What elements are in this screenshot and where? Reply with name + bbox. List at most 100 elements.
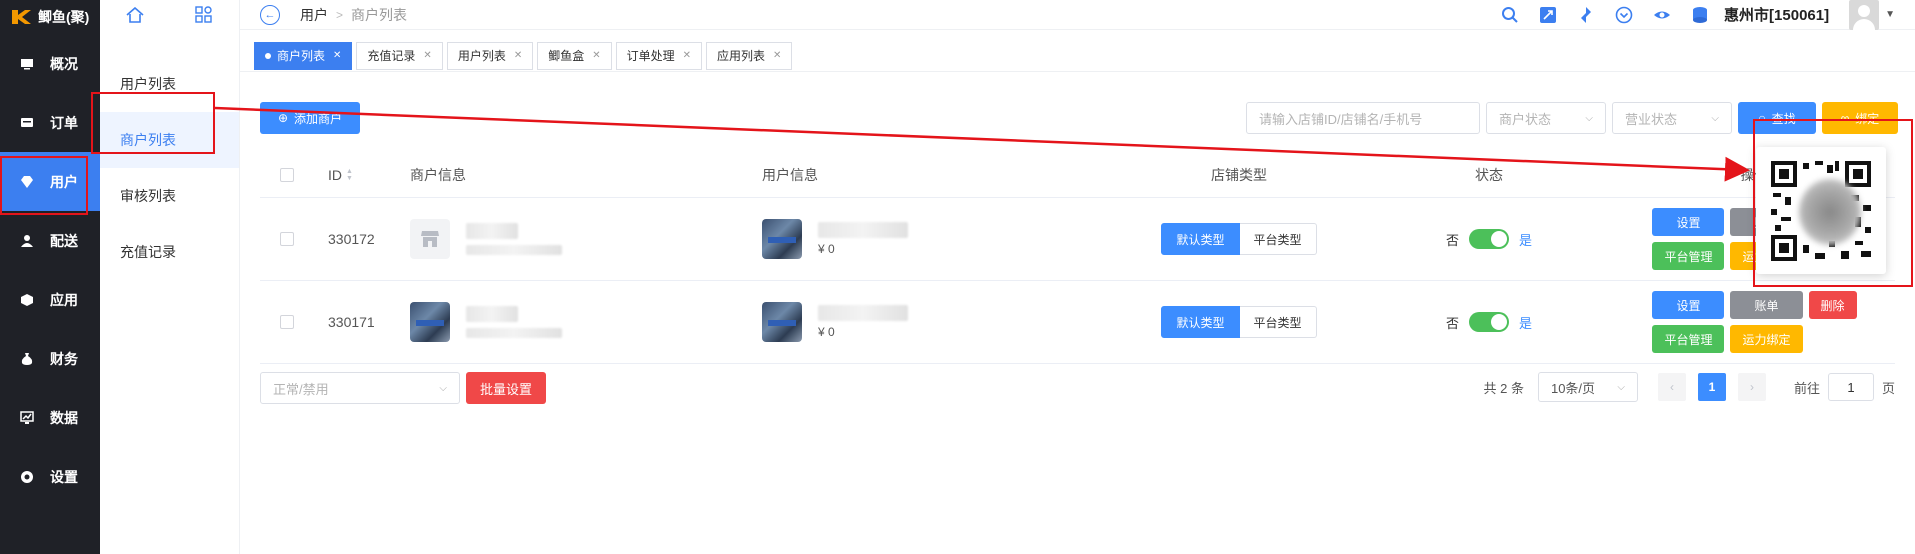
bind-button[interactable]: ∞ 绑定	[1822, 102, 1898, 134]
sort-icon[interactable]: ▲ ▼	[346, 168, 353, 182]
settings-button[interactable]: 设置	[1652, 208, 1725, 236]
next-page-button[interactable]: ›	[1737, 373, 1766, 401]
qr-popover	[1756, 147, 1886, 274]
page-size-select[interactable]: 10条/页 ⌵	[1537, 372, 1638, 402]
diamond-icon	[21, 175, 33, 188]
submenu-item-recharge-records[interactable]: 充值记录	[100, 224, 239, 280]
platform-manage-button[interactable]: 平台管理	[1652, 325, 1725, 353]
goto-page-input[interactable]: 1	[1827, 373, 1874, 401]
tab-app-list[interactable]: 应用列表 ✕	[706, 41, 793, 70]
row-id: 330171	[328, 314, 375, 330]
qr-code-image	[1771, 160, 1871, 261]
search-icon[interactable]	[1500, 5, 1520, 25]
store-type-toggle: 默认类型 平台类型	[1161, 306, 1317, 338]
brand[interactable]: 鲫鱼(聚)	[0, 0, 100, 34]
database-icon[interactable]	[1690, 5, 1710, 25]
table-row: 330171 ¥ 0 默认类型 平台类型 否 是 设置 账单 删除 平台管理 运…	[260, 281, 1895, 364]
tab-merchant-list[interactable]: 商户列表 ✕	[254, 41, 353, 70]
status-switch[interactable]	[1469, 312, 1509, 332]
column-id[interactable]: ID ▲ ▼	[310, 167, 410, 183]
tab-user-list[interactable]: 用户列表 ✕	[446, 41, 534, 70]
current-city[interactable]: 惠州市[150061]	[1724, 4, 1829, 25]
back-button[interactable]: ←	[260, 4, 280, 25]
search-button-label: 查找	[1771, 111, 1796, 126]
sidebar-item-orders[interactable]: 订单	[0, 93, 100, 152]
submenu-item-user-list[interactable]: 用户列表	[100, 56, 239, 112]
close-icon[interactable]: ✕	[514, 50, 522, 61]
user-balance: ¥ 0	[818, 242, 835, 256]
eye-icon[interactable]	[1652, 5, 1672, 25]
tab-order-processing[interactable]: 订单处理 ✕	[615, 41, 703, 70]
brand-name: 鲫鱼(聚)	[38, 9, 90, 25]
sidebar-item-finance[interactable]: 财务	[0, 329, 100, 388]
row-checkbox[interactable]	[280, 232, 294, 246]
merchant-info-blurred	[466, 223, 562, 255]
business-status-select[interactable]: 营业状态 ⌵	[1612, 102, 1732, 134]
sidebar-item-settings[interactable]: 设置	[0, 447, 100, 506]
search-input[interactable]: 请输入店铺ID/店铺名/手机号	[1246, 102, 1480, 134]
chevron-down-icon: ⌵	[439, 382, 447, 394]
submenu-top-icons	[100, 0, 239, 30]
add-merchant-label: 添加商户	[294, 111, 343, 126]
sidebar-item-data[interactable]: 数据	[0, 388, 100, 447]
grid-icon[interactable]	[195, 6, 213, 24]
merchant-status-select[interactable]: 商户状态 ⌵	[1486, 102, 1606, 134]
sidebar-item-apps[interactable]: 应用	[0, 270, 100, 329]
tab-recharge-records[interactable]: 充值记录 ✕	[356, 41, 443, 70]
business-status-placeholder: 营业状态	[1625, 111, 1678, 127]
table-row: 330172 ¥ 0 默认类型 平台类型 否 是 设置 平台管理	[260, 198, 1895, 281]
pagination: 共 2 条 10条/页 ⌵ ‹ 1 › 前往 1 页	[1484, 372, 1895, 402]
money-bag-icon	[21, 352, 33, 365]
close-icon[interactable]: ✕	[592, 50, 600, 61]
tab-label: 鲫鱼盒	[548, 49, 585, 63]
sidebar-item-users[interactable]: 用户	[0, 152, 100, 211]
type-platform-button[interactable]: 平台类型	[1239, 223, 1317, 255]
status-switch[interactable]	[1469, 229, 1509, 249]
page-number-button[interactable]: 1	[1697, 373, 1726, 401]
chevron-down-circle-icon[interactable]	[1614, 5, 1634, 25]
sidebar-item-label: 概况	[50, 55, 78, 72]
row-checkbox[interactable]	[280, 315, 294, 329]
select-all-checkbox[interactable]	[280, 167, 294, 182]
close-icon[interactable]: ✕	[773, 50, 781, 61]
table-footer: 正常/禁用 ⌵ 批量设置 共 2 条 10条/页 ⌵ ‹ 1 › 前往 1 页	[260, 370, 1895, 404]
platform-manage-button[interactable]: 平台管理	[1652, 242, 1725, 270]
fullscreen-icon[interactable]	[1538, 5, 1558, 25]
submenu-item-merchant-list[interactable]: 商户列表	[100, 112, 239, 168]
sidebar-item-delivery[interactable]: 配送	[0, 211, 100, 270]
user-balance: ¥ 0	[818, 325, 835, 339]
chevron-down-icon: ⌵	[1585, 112, 1593, 124]
person-icon	[21, 234, 33, 247]
toolbar: ⊕ 添加商户 请输入店铺ID/店铺名/手机号 商户状态 ⌵ 营业状态 ⌵ ○ 查…	[260, 100, 1898, 134]
submenu-item-review-list[interactable]: 审核列表	[100, 168, 239, 224]
sidebar-item-overview[interactable]: 概况	[0, 34, 100, 93]
prev-page-button[interactable]: ‹	[1657, 373, 1686, 401]
link-icon: ∞	[1840, 111, 1850, 125]
capacity-bind-button[interactable]: 运力绑定	[1730, 325, 1803, 353]
tab-fish-box[interactable]: 鲫鱼盒 ✕	[537, 41, 612, 70]
close-icon[interactable]: ✕	[683, 50, 691, 61]
close-icon[interactable]: ✕	[423, 50, 431, 61]
batch-set-button[interactable]: 批量设置	[466, 372, 546, 404]
home-icon[interactable]	[126, 7, 144, 23]
breadcrumb-root[interactable]: 用户	[300, 5, 328, 25]
refresh-icon[interactable]	[1576, 5, 1596, 25]
type-default-button[interactable]: 默认类型	[1161, 306, 1240, 338]
search-button[interactable]: ○ 查找	[1738, 102, 1816, 134]
delete-button[interactable]: 删除	[1808, 291, 1857, 319]
status-filter-select[interactable]: 正常/禁用 ⌵	[260, 372, 460, 404]
type-platform-button[interactable]: 平台类型	[1239, 306, 1317, 338]
chart-icon	[20, 410, 34, 424]
close-icon[interactable]: ✕	[333, 50, 341, 61]
tab-label: 商户列表	[277, 49, 326, 63]
avatar[interactable]	[1849, 0, 1880, 30]
column-user-info: 用户信息	[762, 166, 818, 183]
store-type-toggle: 默认类型 平台类型	[1161, 223, 1317, 255]
add-merchant-button[interactable]: ⊕ 添加商户	[260, 102, 360, 134]
filter-bar: 请输入店铺ID/店铺名/手机号 商户状态 ⌵ 营业状态 ⌵ ○ 查找 ∞ 绑定	[1246, 102, 1898, 134]
caret-down-icon[interactable]: ▼	[1885, 9, 1895, 20]
user-avatar	[762, 219, 802, 259]
bill-button[interactable]: 账单	[1730, 291, 1803, 319]
type-default-button[interactable]: 默认类型	[1161, 223, 1240, 255]
settings-button[interactable]: 设置	[1652, 291, 1725, 319]
